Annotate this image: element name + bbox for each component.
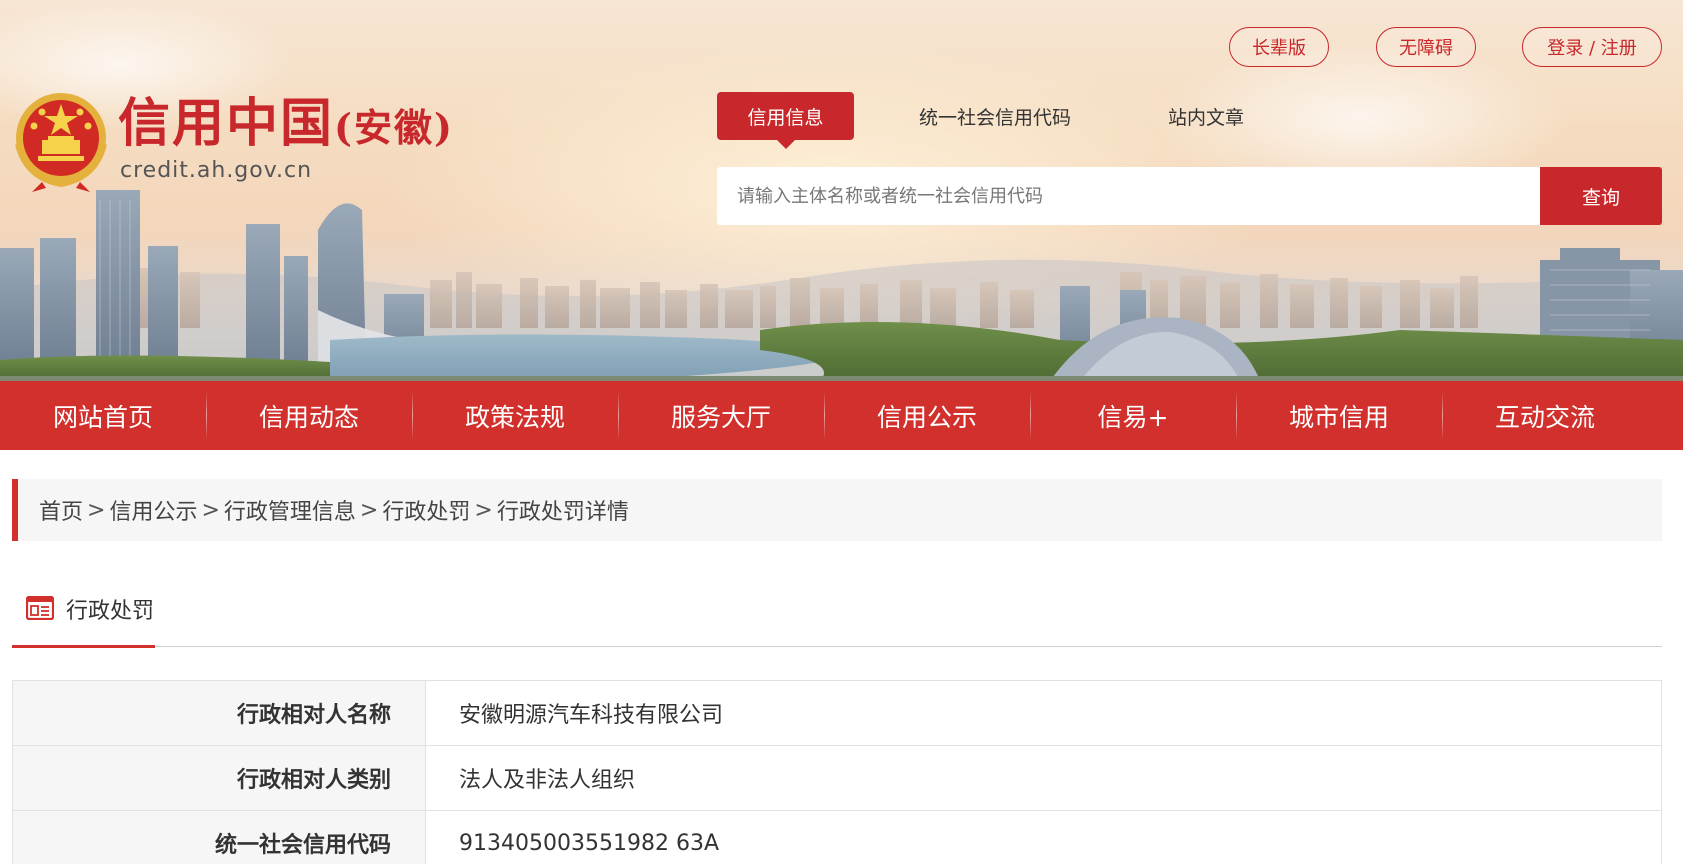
field-value: 913405003551982 63A: [425, 810, 1662, 864]
search-tab-site-articles[interactable]: 站内文章: [1150, 92, 1262, 140]
search-input[interactable]: [717, 167, 1540, 225]
field-label: 行政相对人名称: [12, 680, 426, 746]
breadcrumb-credit-disclosure[interactable]: 信用公示: [109, 494, 197, 526]
field-value: 法人及非法人组织: [425, 745, 1662, 811]
nav-item-xinyi-plus[interactable]: 信易+: [1030, 381, 1236, 450]
elder-mode-button[interactable]: 长辈版: [1229, 27, 1329, 67]
nav-item-interaction[interactable]: 互动交流: [1442, 381, 1648, 450]
nav-item-service-hall[interactable]: 服务大厅: [618, 381, 824, 450]
logo-province-text: (安徽): [334, 105, 454, 150]
search-tab-credit-code[interactable]: 统一社会信用代码: [905, 92, 1085, 140]
breadcrumb-separator: >: [201, 497, 220, 523]
breadcrumb-admin-info[interactable]: 行政管理信息: [224, 494, 356, 526]
national-emblem-logo: [15, 93, 107, 192]
table-row: 行政相对人名称 安徽明源汽车科技有限公司: [12, 680, 1662, 746]
header-banner: 信用中国(安徽) credit.ah.gov.cn 长辈版 无障碍 登录 / 注…: [0, 0, 1683, 381]
breadcrumb-separator: >: [474, 497, 493, 523]
nav-item-home[interactable]: 网站首页: [0, 381, 206, 450]
nav-item-credit-news[interactable]: 信用动态: [206, 381, 412, 450]
section-title-underline: [12, 645, 155, 648]
search-button[interactable]: 查询: [1540, 167, 1662, 225]
logo-title-text: 信用中国: [118, 93, 335, 154]
login-register-button[interactable]: 登录 / 注册: [1522, 27, 1662, 67]
main-nav: 网站首页 信用动态 政策法规 服务大厅 信用公示 信易+ 城市信用 互动交流: [0, 381, 1683, 450]
nav-item-credit-disclosure[interactable]: 信用公示: [824, 381, 1030, 450]
field-label: 统一社会信用代码: [12, 810, 426, 864]
breadcrumb-home[interactable]: 首页: [39, 494, 83, 526]
penalty-detail-table: 行政相对人名称 安徽明源汽车科技有限公司 行政相对人类别 法人及非法人组织 统一…: [12, 680, 1662, 864]
breadcrumb-separator: >: [359, 497, 379, 523]
section-header: 行政处罚: [12, 585, 1662, 648]
breadcrumb-separator: >: [87, 497, 106, 523]
table-row: 行政相对人类别 法人及非法人组织: [12, 745, 1662, 811]
field-label: 行政相对人类别: [12, 745, 426, 811]
accessibility-button[interactable]: 无障碍: [1376, 27, 1476, 67]
site-logo-title[interactable]: 信用中国(安徽): [118, 94, 454, 158]
nav-item-city-credit[interactable]: 城市信用: [1236, 381, 1442, 450]
site-domain: credit.ah.gov.cn: [120, 158, 313, 183]
section-title: 行政处罚: [66, 599, 155, 624]
document-list-icon: [26, 596, 54, 620]
breadcrumb: 首页 > 信用公示 > 行政管理信息 > 行政处罚 > 行政处罚详情: [12, 479, 1662, 541]
breadcrumb-admin-penalty[interactable]: 行政处罚: [382, 494, 470, 526]
nav-item-policy[interactable]: 政策法规: [412, 381, 618, 450]
breadcrumb-current: 行政处罚详情: [496, 500, 629, 525]
field-value: 安徽明源汽车科技有限公司: [425, 680, 1662, 746]
search-tab-credit-info[interactable]: 信用信息: [717, 92, 854, 149]
table-row: 统一社会信用代码 913405003551982 63A: [12, 810, 1662, 864]
